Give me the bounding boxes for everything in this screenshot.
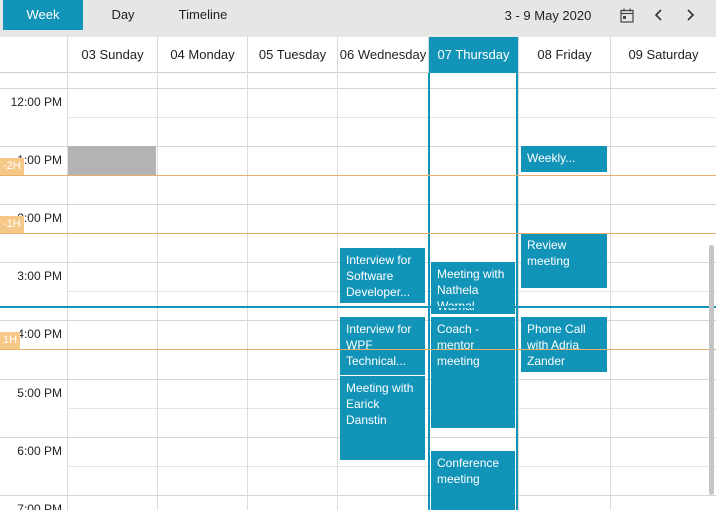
grid-line [67,466,716,467]
time-label: 5:00 PM [17,386,62,400]
time-label: 3:00 PM [17,269,62,283]
chevron-right-icon[interactable] [680,5,700,25]
scheduler-toolbar: Week Day Timeline 3 - 9 May 2020 [0,0,716,37]
today-column-border [516,73,518,510]
timezone-line [0,349,716,350]
day-header-2[interactable]: 05 Tuesday [247,37,337,73]
day-header-1[interactable]: 04 Monday [157,37,247,73]
appointment[interactable]: Review meeting [521,233,607,288]
appointment[interactable]: Phone Call with Adria Zander [521,317,607,372]
grid-line [67,117,716,118]
day-header-0[interactable]: 03 Sunday [67,37,157,73]
current-time-indicator [0,306,716,308]
day-header-3[interactable]: 06 Wednesday [337,37,428,73]
appointment[interactable]: Weekly... [521,146,607,172]
column-divider [610,73,611,510]
appointment[interactable]: Interview for Software Developer... [340,248,425,303]
grid-line [0,88,716,89]
column-divider [247,73,248,510]
time-label: 6:00 PM [17,444,62,458]
grid-line [0,204,716,205]
calendar-icon[interactable] [617,5,637,25]
day-header-5[interactable]: 08 Friday [518,37,610,73]
time-label: 12:00 PM [10,95,62,109]
column-divider [67,73,68,510]
column-divider [157,73,158,510]
appointment[interactable]: Interview for WPF Technical... [340,317,425,375]
timezone-tag: -1H [0,216,24,233]
day-header-4[interactable]: 07 Thursday [428,37,518,73]
timezone-tag: 1H [0,332,21,349]
appointment[interactable]: Conference meeting [431,451,515,510]
timeline-view-button[interactable]: Timeline [164,0,242,30]
week-view-button[interactable]: Week [3,0,83,30]
blocked-slot [68,146,156,175]
vertical-scrollbar[interactable] [709,245,714,495]
chevron-left-icon[interactable] [649,5,669,25]
day-header-row: 03 Sunday 04 Monday 05 Tuesday 06 Wednesday… [0,37,716,73]
today-column-border [428,73,430,510]
day-header-6[interactable]: 09 Saturday [610,37,716,73]
grid-line [0,495,716,496]
column-divider [518,73,519,510]
day-view-button[interactable]: Day [88,0,158,30]
header-corner [0,37,67,73]
week-grid[interactable]: 12:00 PM 1:00 PM 2:00 PM 3:00 PM 4:00 PM 5:00… [0,73,716,510]
appointment[interactable]: Meeting with Earick Danstin [340,376,425,460]
column-divider [337,73,338,510]
time-label: 7:00 PM [17,502,62,510]
timezone-line [0,233,716,234]
timezone-line [0,175,716,176]
timezone-tag: -2H [0,158,24,175]
appointment[interactable]: Coach - mentor meeting [431,317,515,428]
date-range-label: 3 - 9 May 2020 [504,8,592,23]
